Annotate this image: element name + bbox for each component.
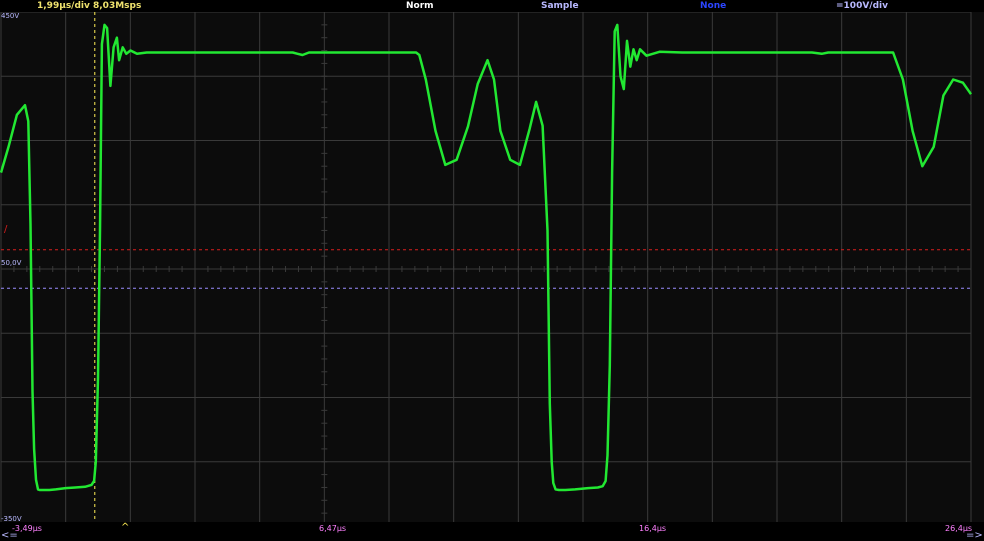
top-voltage-label: 450V — [1, 12, 20, 20]
acquisition-mode-readout[interactable]: Sample — [541, 0, 579, 12]
timebase-readout[interactable]: 1,99µs/div 8,03Msps — [37, 0, 141, 12]
vertical-scale-readout[interactable]: =100V/div — [836, 0, 888, 12]
scroll-right-arrow[interactable]: => — [966, 530, 983, 541]
trigger-mode-readout[interactable]: Norm — [406, 0, 434, 12]
scroll-left-arrow[interactable]: <= — [1, 530, 18, 541]
scope-screen[interactable]: 450V 50,0V -350V / — [0, 12, 984, 530]
time-label-2: 6,47µs — [319, 524, 347, 533]
mid-voltage-label: 50,0V — [1, 259, 22, 267]
time-axis-bar: -3,49µs 6,47µs 16,4µs 26,4µs ^ <= => — [0, 522, 984, 541]
trigger-level-marker[interactable]: / — [4, 224, 7, 235]
graticule-grid — [0, 12, 972, 527]
channel2-readout[interactable]: None — [700, 0, 726, 12]
channel1-trace — [0, 23, 973, 492]
trigger-position-caret[interactable]: ^ — [121, 522, 129, 533]
time-label-3: 16,4µs — [639, 524, 667, 533]
top-status-bar: 1,99µs/div 8,03Msps Norm Sample None =10… — [0, 0, 984, 12]
waveform-plot[interactable] — [0, 12, 984, 530]
